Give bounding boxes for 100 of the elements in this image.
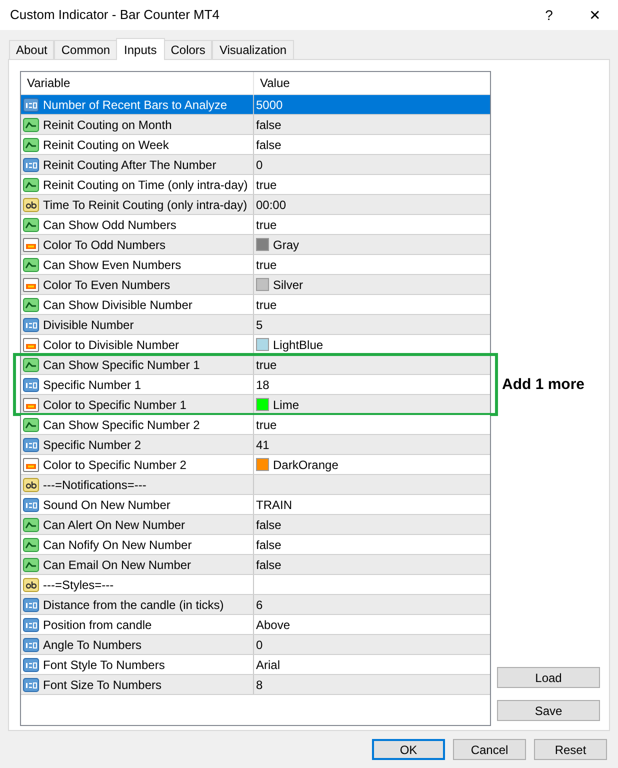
parameter-row[interactable]: Color to Specific Number 2 DarkOrange xyxy=(21,455,490,475)
parameter-value: 5 xyxy=(256,316,263,334)
parameter-row[interactable]: ---=Notifications=--- xyxy=(21,475,490,495)
parameter-row[interactable]: Position from candle Above xyxy=(21,615,490,635)
dialog-button[interactable]: OK xyxy=(372,739,445,760)
parameter-row[interactable]: Color to Specific Number 1 Lime xyxy=(21,395,490,415)
tab[interactable]: Visualization xyxy=(212,40,294,59)
variable-name: Can Show Even Numbers xyxy=(43,256,182,274)
parameter-row[interactable]: Color To Odd Numbers Gray xyxy=(21,235,490,255)
boolean-type-icon xyxy=(23,178,39,192)
boolean-type-icon xyxy=(23,358,39,372)
text-type-icon xyxy=(23,578,39,592)
variable-name: Reinit Couting on Week xyxy=(43,136,169,154)
column-header[interactable]: Variable xyxy=(21,72,254,94)
variable-name: Specific Number 1 xyxy=(43,376,142,394)
parameter-row[interactable]: Can Alert On New Number false xyxy=(21,515,490,535)
side-button[interactable]: Save xyxy=(497,700,600,721)
parameter-value: true xyxy=(256,176,277,194)
tab[interactable]: Common xyxy=(54,40,118,59)
parameter-row[interactable]: Can Nofify On New Number false xyxy=(21,535,490,555)
dialog-button[interactable]: Reset xyxy=(534,739,607,760)
help-button[interactable]: ? xyxy=(526,0,572,30)
variable-name: Specific Number 2 xyxy=(43,436,142,454)
parameter-row[interactable]: Reinit Couting on Week false xyxy=(21,135,490,155)
parameter-row[interactable]: ---=Styles=--- xyxy=(21,575,490,595)
dialog-button[interactable]: Cancel xyxy=(453,739,526,760)
number-type-icon xyxy=(23,378,39,392)
variable-name: Color to Specific Number 1 xyxy=(43,396,186,414)
parameter-row[interactable]: Color To Even Numbers Silver xyxy=(21,275,490,295)
variable-name: Can Alert On New Number xyxy=(43,516,186,534)
parameter-row[interactable]: Number of Recent Bars to Analyze 5000 xyxy=(21,95,490,115)
boolean-type-icon xyxy=(23,298,39,312)
text-type-icon xyxy=(23,478,39,492)
parameter-value: Above xyxy=(256,616,290,634)
side-button[interactable]: Load xyxy=(497,667,600,688)
parameter-value: 00:00 xyxy=(256,196,286,214)
parameter-value: false xyxy=(256,516,282,534)
parameter-value: Silver xyxy=(273,276,304,294)
parameter-row[interactable]: Can Email On New Number false xyxy=(21,555,490,575)
parameter-row[interactable]: Angle To Numbers 0 xyxy=(21,635,490,655)
parameter-row[interactable]: Can Show Divisible Number true xyxy=(21,295,490,315)
parameter-value: DarkOrange xyxy=(273,456,338,474)
parameter-value: Lime xyxy=(273,396,300,414)
tab[interactable]: Inputs xyxy=(116,38,165,60)
variable-name: Color To Odd Numbers xyxy=(43,236,166,254)
parameter-value: false xyxy=(256,536,282,554)
parameter-row[interactable]: Can Show Specific Number 2 true xyxy=(21,415,490,435)
parameter-value: 41 xyxy=(256,436,270,454)
variable-name: Can Show Specific Number 2 xyxy=(43,416,200,434)
boolean-type-icon xyxy=(23,258,39,272)
color-type-icon xyxy=(23,278,39,292)
parameter-value: 18 xyxy=(256,376,270,394)
parameter-row[interactable]: Distance from the candle (in ticks) 6 xyxy=(21,595,490,615)
parameter-row[interactable]: Can Show Odd Numbers true xyxy=(21,215,490,235)
parameter-row[interactable]: Specific Number 2 41 xyxy=(21,435,490,455)
variable-name: ---=Styles=--- xyxy=(43,576,114,594)
variable-name: Reinit Couting on Time (only intra-day) xyxy=(43,176,248,194)
parameter-row[interactable]: Specific Number 1 18 xyxy=(21,375,490,395)
parameter-row[interactable]: Font Size To Numbers 8 xyxy=(21,675,490,695)
variable-name: Can Show Specific Number 1 xyxy=(43,356,200,374)
number-type-icon xyxy=(23,158,39,172)
color-type-icon xyxy=(23,458,39,472)
variable-name: ---=Notifications=--- xyxy=(43,476,146,494)
close-button[interactable]: ✕ xyxy=(572,0,618,30)
parameter-row[interactable]: Reinit Couting After The Number 0 xyxy=(21,155,490,175)
variable-name: Reinit Couting After The Number xyxy=(43,156,216,174)
parameter-value: true xyxy=(256,356,277,374)
tab[interactable]: Colors xyxy=(164,40,212,59)
parameter-value: Gray xyxy=(273,236,300,254)
color-type-icon xyxy=(23,238,39,252)
parameter-row[interactable]: Reinit Couting on Month false xyxy=(21,115,490,135)
parameter-row[interactable]: Can Show Specific Number 1 true xyxy=(21,355,490,375)
variable-name: Color to Divisible Number xyxy=(43,336,180,354)
number-type-icon xyxy=(23,598,39,612)
variable-name: Font Style To Numbers xyxy=(43,656,165,674)
window-title: Custom Indicator - Bar Counter MT4 xyxy=(10,6,221,24)
boolean-type-icon xyxy=(23,418,39,432)
parameter-value: LightBlue xyxy=(273,336,324,354)
parameter-row[interactable]: Reinit Couting on Time (only intra-day) true xyxy=(21,175,490,195)
parameter-row[interactable]: Font Style To Numbers Arial xyxy=(21,655,490,675)
parameter-row[interactable]: Can Show Even Numbers true xyxy=(21,255,490,275)
variable-name: Color To Even Numbers xyxy=(43,276,170,294)
parameter-value: Arial xyxy=(256,656,280,674)
variable-name: Number of Recent Bars to Analyze xyxy=(43,96,228,114)
number-type-icon xyxy=(23,498,39,512)
parameter-row[interactable]: Divisible Number 5 xyxy=(21,315,490,335)
parameter-row[interactable]: Sound On New Number TRAIN xyxy=(21,495,490,515)
parameter-value: TRAIN xyxy=(256,496,292,514)
variable-name: Time To Reinit Couting (only intra-day) xyxy=(43,196,248,214)
boolean-type-icon xyxy=(23,558,39,572)
variable-name: Angle To Numbers xyxy=(43,636,142,654)
variable-name: Color to Specific Number 2 xyxy=(43,456,186,474)
column-header[interactable]: Value xyxy=(254,72,490,94)
parameter-row[interactable]: Time To Reinit Couting (only intra-day) 00:00 xyxy=(21,195,490,215)
tab[interactable]: About xyxy=(9,40,54,59)
variable-name: Font Size To Numbers xyxy=(43,676,162,694)
color-type-icon xyxy=(23,398,39,412)
parameter-value: 6 xyxy=(256,596,263,614)
parameter-value: true xyxy=(256,216,277,234)
variable-name: Distance from the candle (in ticks) xyxy=(43,596,224,614)
